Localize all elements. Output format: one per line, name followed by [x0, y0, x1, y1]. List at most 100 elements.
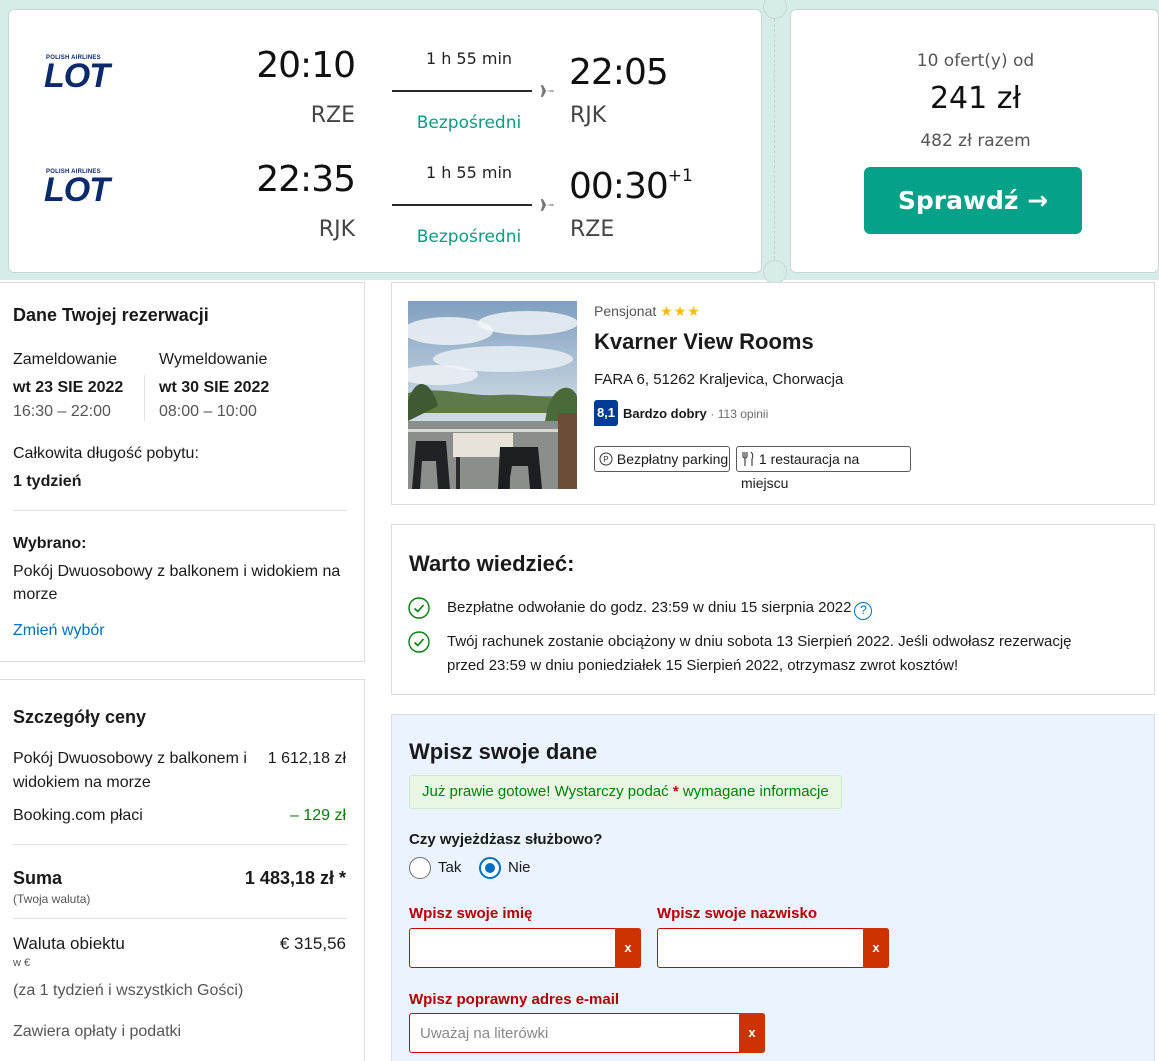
- check-flight-button[interactable]: Sprawdź →: [864, 167, 1082, 234]
- flight-itinerary-card[interactable]: POLISH AIRLINES LOT 20:10 RZE 1 h 55 min…: [8, 9, 762, 273]
- departure-airport: RJK: [318, 217, 355, 242]
- selected-room-line2: morze: [13, 586, 58, 603]
- checkout-label: Wymeldowanie: [159, 351, 268, 368]
- arrival-airport: RZE: [570, 217, 615, 242]
- reservation-title: Dane Twojej rezerwacji: [13, 305, 209, 325]
- hotel-photo[interactable]: [408, 301, 577, 489]
- first-name-input[interactable]: [410, 929, 614, 967]
- stops-label: Bezpośredni: [416, 113, 522, 133]
- flight-duration: 1 h 55 min: [425, 163, 513, 182]
- change-selection-link[interactable]: Zmień wybór: [13, 622, 105, 640]
- route-line: [392, 90, 532, 92]
- sum-label: Suma: [13, 868, 63, 888]
- divider: [144, 375, 145, 421]
- email-field[interactable]: x: [409, 1013, 765, 1053]
- stops-label: Bezpośredni: [416, 227, 522, 247]
- checkin-time: 16:30 – 22:00: [13, 403, 111, 420]
- good-to-know-title: Warto wiedzieć:: [409, 551, 575, 576]
- error-icon: x: [863, 928, 889, 968]
- business-trip-yes-label[interactable]: Tak: [438, 859, 461, 876]
- price-details-title: Szczegóły ceny: [13, 707, 147, 727]
- checkout-date: wt 30 SIE 2022: [159, 379, 270, 396]
- required-info-notice: Już prawie gotowe! Wystarczy podać * wym…: [409, 775, 842, 809]
- business-trip-question: Czy wyjeżdżasz służbowo?: [409, 831, 603, 848]
- facility-parking: P Bezpłatny parking: [594, 446, 730, 472]
- last-name-input[interactable]: [658, 929, 862, 967]
- business-trip-no-label[interactable]: Nie: [508, 859, 531, 876]
- facility-restaurant: 1 restauracja na miejscu: [736, 446, 911, 491]
- booking-discount-label: Booking.com płaci: [13, 807, 143, 824]
- selected-label: Wybrano:: [13, 535, 87, 552]
- stay-length-value: 1 tydzień: [13, 473, 82, 490]
- free-cancellation-text: Bezpłatne odwołanie do godz. 23:59 w dni…: [447, 599, 873, 620]
- hotel-name[interactable]: Kvarner View Rooms: [594, 329, 814, 355]
- check-circle-icon: [408, 631, 430, 653]
- plane-icon: [536, 85, 554, 97]
- sum-value: 1 483,18 zł *: [244, 868, 346, 888]
- ticket-perforation: [774, 14, 775, 264]
- lot-airline-logo: POLISH AIRLINES LOT: [44, 169, 139, 207]
- checkout-time: 08:00 – 10:00: [159, 403, 257, 420]
- arrival-airport: RJK: [570, 103, 607, 128]
- flight-price: 241 zł: [929, 81, 1022, 116]
- parking-icon: P: [599, 452, 613, 466]
- reservation-details-panel: Dane Twojej rezerwacji Zameldowanie wt 2…: [0, 282, 365, 662]
- review-score-word: Bardzo dobry: [623, 406, 707, 421]
- offers-count: 10 ofert(y) od: [916, 51, 1035, 71]
- good-to-know-card: Warto wiedzieć: Bezpłatne odwołanie do g…: [391, 524, 1155, 695]
- error-icon: x: [615, 928, 641, 968]
- departure-time: 20:10: [256, 45, 356, 86]
- stay-length-label: Całkowita długość pobytu:: [13, 445, 199, 462]
- svg-text:P: P: [603, 455, 608, 464]
- flight-total-price: 482 zł razem: [920, 131, 1031, 151]
- help-icon[interactable]: ?: [854, 602, 873, 620]
- return-leg: POLISH AIRLINES LOT 22:35 RJK 1 h 55 min…: [9, 157, 763, 257]
- business-trip-no-radio[interactable]: [479, 857, 501, 879]
- error-icon: x: [739, 1013, 765, 1053]
- flight-price-panel: 10 ofert(y) od 241 zł 482 zł razem Spraw…: [790, 9, 1159, 273]
- check-circle-icon: [408, 597, 430, 619]
- room-price-label-line1: Pokój Dwuosobowy z balkonem i: [13, 750, 247, 767]
- airline-wordmark: LOT: [44, 57, 110, 95]
- review-summary: Bardzo dobry · 113 opinii: [623, 406, 768, 421]
- divider: [13, 918, 347, 919]
- arrival-time: 22:05: [569, 52, 669, 93]
- property-currency-value: € 315,56: [279, 934, 346, 953]
- email-label: Wpisz poprawny adres e-mail: [409, 991, 620, 1008]
- flight-duration: 1 h 55 min: [425, 49, 513, 68]
- payment-info-line2: przed 23:59 w dniu poniedziałek 15 Sierp…: [447, 657, 959, 674]
- route-line: [392, 204, 532, 206]
- property-type: Pensjonat ★★★: [594, 303, 701, 319]
- first-name-label: Wpisz swoje imię: [409, 905, 533, 922]
- last-name-label: Wpisz swoje nazwisko: [657, 905, 818, 922]
- restaurant-icon: [742, 451, 754, 466]
- review-count: · 113 opinii: [710, 407, 769, 421]
- email-input[interactable]: [410, 1014, 738, 1052]
- room-price-value: 1 612,18 zł: [267, 750, 346, 767]
- review-score-badge: 8,1: [594, 400, 618, 426]
- last-name-field[interactable]: x: [657, 928, 889, 968]
- checkin-date: wt 23 SIE 2022: [13, 379, 124, 396]
- departure-time: 22:35: [256, 159, 356, 200]
- hotel-summary-card: Pensjonat ★★★ Kvarner View Rooms FARA 6,…: [391, 282, 1155, 505]
- fees-note: Zawiera opłaty i podatki: [13, 1023, 182, 1040]
- lot-airline-logo: POLISH AIRLINES LOT: [44, 55, 139, 95]
- first-name-field[interactable]: x: [409, 928, 641, 968]
- form-title: Wpisz swoje dane: [409, 739, 598, 764]
- next-day-marker: +1: [667, 166, 693, 186]
- property-currency-unit: w €: [13, 957, 31, 969]
- payment-info-line1: Twój rachunek zostanie obciążony w dniu …: [447, 633, 1072, 650]
- room-price-label-line2: widokiem na morze: [13, 774, 151, 791]
- hotel-address: FARA 6, 51262 Kraljevica, Chorwacja: [594, 371, 844, 388]
- plane-icon: [536, 199, 554, 211]
- ticket-notch: [763, 260, 787, 284]
- arrival-time: 00:30+1: [569, 166, 693, 207]
- property-currency-label: Waluta obiektu: [13, 934, 125, 953]
- divider: [13, 510, 347, 511]
- checkin-label: Zameldowanie: [13, 351, 118, 368]
- sum-currency-note: (Twoja waluta): [13, 892, 91, 906]
- price-details-panel: Szczegóły ceny Pokój Dwuosobowy z balkon…: [0, 679, 365, 1061]
- business-trip-yes-radio[interactable]: [409, 857, 431, 879]
- outbound-leg: POLISH AIRLINES LOT 20:10 RZE 1 h 55 min…: [9, 43, 763, 143]
- property-currency-note: (za 1 tydzień i wszystkich Gości): [13, 982, 244, 999]
